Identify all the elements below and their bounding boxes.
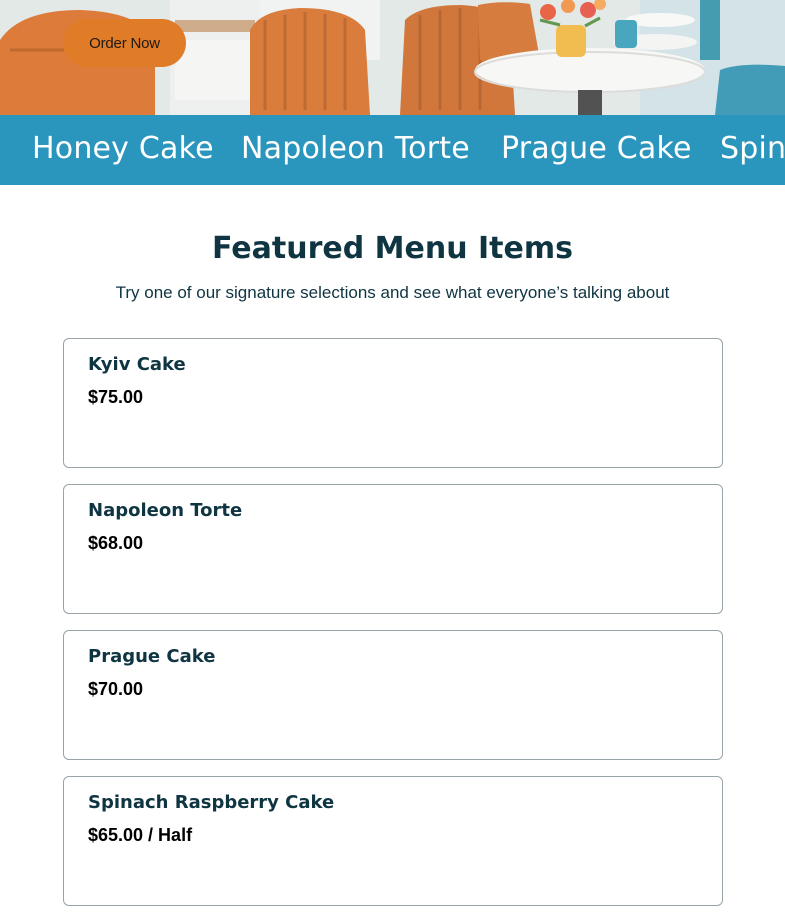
- menu-item-name: Spinach Raspberry Cake: [88, 792, 335, 813]
- marquee-item: Spinach Raspberry Cake: [720, 131, 785, 166]
- menu-item-price: $70.00: [88, 679, 144, 699]
- featured-title: Featured Menu Items: [212, 231, 573, 266]
- menu-item-card[interactable]: Spinach Raspberry Cake $65.00 / Half: [63, 776, 723, 906]
- menu-item-name: Prague Cake: [88, 646, 216, 667]
- menu-item-card[interactable]: Kyiv Cake $75.00: [63, 338, 723, 468]
- order-now-button[interactable]: Order Now: [63, 19, 186, 67]
- menu-item-card[interactable]: Napoleon Torte $68.00: [63, 484, 723, 614]
- featured-subtitle: Try one of our signature selections and …: [115, 283, 670, 302]
- marquee-item: Prague Cake: [501, 131, 692, 166]
- menu-item-price: $65.00 / Half: [88, 825, 193, 845]
- menu-item-price: $75.00: [88, 387, 144, 407]
- hero-banner: Order Now: [0, 0, 785, 115]
- menu-item-card[interactable]: Prague Cake $70.00: [63, 630, 723, 760]
- menu-item-name: Napoleon Torte: [88, 500, 243, 521]
- menu-item-price: $68.00: [88, 533, 144, 553]
- menu-item-name: Kyiv Cake: [88, 354, 186, 375]
- marquee-item: Honey Cake: [32, 131, 214, 166]
- marquee-item: Napoleon Torte: [241, 131, 470, 166]
- menu-marquee: Honey Cake Napoleon Torte Prague Cake Sp…: [0, 115, 785, 185]
